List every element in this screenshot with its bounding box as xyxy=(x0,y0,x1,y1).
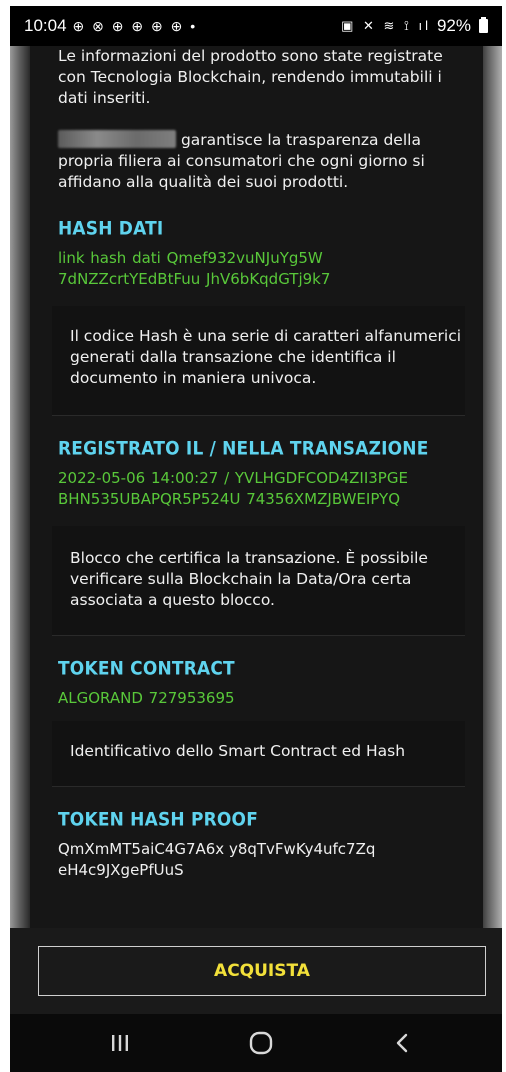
registrato-title: REGISTRATO IL / NELLA TRANSAZIONE xyxy=(58,438,429,460)
hash-dati-value[interactable]: link hash dati Qmef932vuNJuYg5W 7dNZZcrt… xyxy=(58,248,465,290)
hash-dati-line-2: 7dNZZcrtYEdBtFuu JhV6bKqdGTj9k7 xyxy=(58,270,331,288)
hash-dati-description: Il codice Hash è una serie di caratteri … xyxy=(70,327,462,387)
acquista-button[interactable]: ACQUISTA xyxy=(38,946,486,996)
hash-dati-line-1: link hash dati Qmef932vuNJuYg5W xyxy=(58,249,323,267)
status-right: ▣ ✕ ≋ ⟟ ıl 92% xyxy=(341,16,488,36)
registrato-line-2: BHN535UBAPQR5P524U 74356XMZJBWEIPYQ xyxy=(58,490,401,508)
hash-dati-title: HASH DATI xyxy=(58,218,164,240)
transparency-paragraph: garantisce la trasparenza della propria … xyxy=(58,130,465,193)
recents-icon[interactable] xyxy=(100,1028,140,1058)
notification-icons: ⊕ ⊗ ⊕ ⊕ ⊕ ⊕ • xyxy=(72,17,198,34)
token-hash-proof-value[interactable]: QmXmMT5aiC4G7A6x y8qTvFwKy4ufc7Zq eH4c9J… xyxy=(58,839,465,881)
intro-paragraph: Le informazioni del prodotto sono state … xyxy=(58,47,443,107)
token-contract-title: TOKEN CONTRACT xyxy=(58,658,235,680)
back-icon[interactable] xyxy=(382,1028,422,1058)
token-contract-description-box: Identificativo dello Smart Contract ed H… xyxy=(52,721,465,786)
registrato-line-1: 2022-05-06 14:00:27 / YVLHGDFCOD4ZII3PGE xyxy=(58,469,408,487)
phone-screen: 10:04 ⊕ ⊗ ⊕ ⊕ ⊕ ⊕ • ▣ ✕ ≋ ⟟ ıl 92% Le in… xyxy=(10,6,502,1072)
registrato-value[interactable]: 2022-05-06 14:00:27 / YVLHGDFCOD4ZII3PGE… xyxy=(58,468,465,510)
registrato-description-box: Blocco che certifica la transazione. È p… xyxy=(52,526,465,635)
redacted-company-name xyxy=(58,130,176,148)
token-hash-proof-line-2: eH4c9JXgePfUuS xyxy=(58,861,184,879)
hash-dati-description-box: Il codice Hash è una serie di caratteri … xyxy=(52,306,465,415)
product-info-content[interactable]: Le informazioni del prodotto sono state … xyxy=(30,46,483,928)
battery-percent: 92% xyxy=(436,16,471,35)
status-bar: 10:04 ⊕ ⊗ ⊕ ⊕ ⊕ ⊕ • ▣ ✕ ≋ ⟟ ıl 92% xyxy=(10,6,502,46)
token-hash-proof-title: TOKEN HASH PROOF xyxy=(58,809,259,831)
status-left: 10:04 ⊕ ⊗ ⊕ ⊕ ⊕ ⊕ • xyxy=(24,16,197,36)
home-icon[interactable] xyxy=(241,1028,281,1058)
registrato-description: Blocco che certifica la transazione. È p… xyxy=(70,549,428,609)
token-contract-description: Identificativo dello Smart Contract ed H… xyxy=(70,742,406,760)
system-navigation-bar xyxy=(10,1014,502,1072)
token-hash-proof-line-1: QmXmMT5aiC4G7A6x y8qTvFwKy4ufc7Zq xyxy=(58,840,376,858)
status-time: 10:04 xyxy=(24,16,67,35)
bottom-action-bar: ACQUISTA xyxy=(10,928,502,1014)
battery-icon xyxy=(479,17,488,33)
token-contract-value[interactable]: ALGORAND 727953695 xyxy=(58,688,465,709)
system-icons: ▣ ✕ ≋ ⟟ ıl xyxy=(341,18,431,33)
